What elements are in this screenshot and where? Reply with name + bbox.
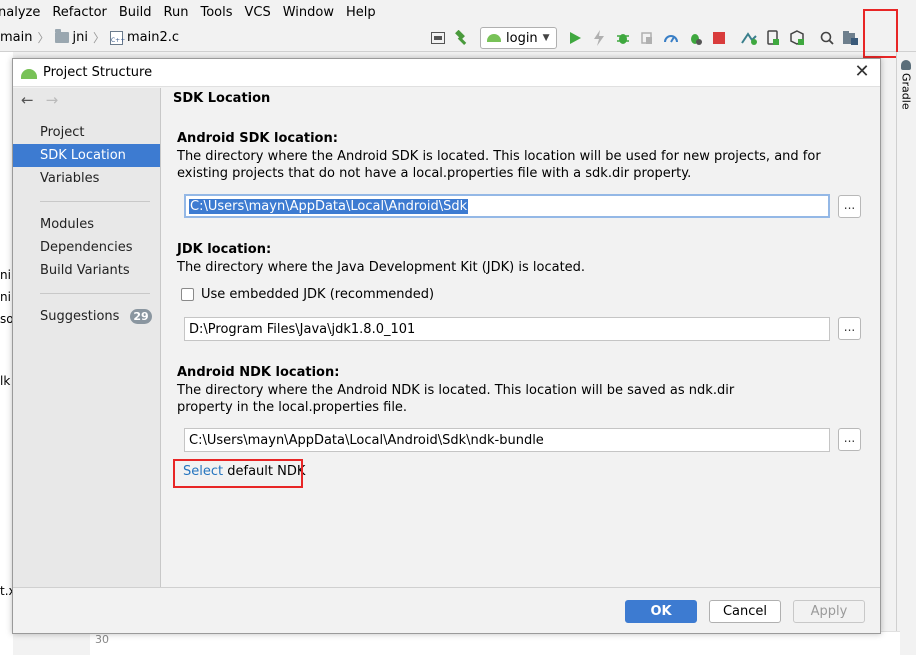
- breadcrumb-separator-icon: 〉: [37, 31, 50, 45]
- android-ndk-description: The directory where the Android NDK is l…: [177, 383, 735, 415]
- sidebar-item-build-variants[interactable]: Build Variants: [13, 259, 160, 282]
- sidebar-item-label: Suggestions: [40, 309, 120, 324]
- sidebar-item-sdk-location[interactable]: SDK Location: [13, 144, 160, 167]
- debug-icon[interactable]: [611, 26, 635, 50]
- sdk-location-panel: SDK Location Android SDK location: The d…: [162, 88, 880, 587]
- android-ndk-path-value: C:\Users\mayn\AppData\Local\Android\Sdk\…: [189, 432, 544, 448]
- jdk-description: The directory where the Java Development…: [177, 260, 586, 275]
- jdk-path-value: D:\Program Files\Java\jdk1.8.0_101: [189, 321, 416, 337]
- sidebar-divider: [40, 201, 150, 202]
- panel-scroll-track: [868, 88, 880, 587]
- back-arrow-icon[interactable]: ←: [21, 91, 34, 109]
- apply-button[interactable]: Apply: [793, 600, 865, 623]
- stop-icon[interactable]: [707, 26, 731, 50]
- hammer-icon[interactable]: [450, 26, 474, 50]
- dialog-title-bar: Project Structure: [13, 59, 880, 87]
- run-configuration-dropdown[interactable]: login ▼: [480, 27, 557, 49]
- breadcrumb-jni[interactable]: jni: [73, 30, 88, 45]
- breadcrumb-separator-icon: 〉: [92, 31, 105, 45]
- sidebar-item-label: Build Variants: [40, 263, 130, 278]
- search-icon[interactable]: [815, 26, 839, 50]
- android-sdk-path-value: C:\Users\mayn\AppData\Local\Android\Sdk: [189, 198, 469, 214]
- breadcrumb-main[interactable]: main: [0, 30, 32, 45]
- breadcrumb-main2-c[interactable]: main2.c: [127, 30, 179, 45]
- android-ndk-browse-button[interactable]: ...: [838, 428, 861, 451]
- android-icon: [487, 34, 501, 42]
- avd-manager-icon[interactable]: [761, 26, 785, 50]
- gradle-tab-label: Gradle: [899, 73, 913, 110]
- c-file-icon: C++: [109, 30, 125, 45]
- profile-icon[interactable]: [659, 26, 683, 50]
- menu-tools[interactable]: Tools: [194, 5, 238, 20]
- dialog-title: Project Structure: [43, 65, 153, 80]
- main-toolbar: login ▼: [426, 25, 863, 51]
- checkbox-box[interactable]: [181, 288, 194, 301]
- jdk-browse-button[interactable]: ...: [838, 317, 861, 340]
- project-structure-highlight: [863, 9, 898, 58]
- android-sdk-description: The directory where the Android SDK is l…: [177, 149, 821, 181]
- project-structure-icon[interactable]: [839, 26, 863, 50]
- menu-vcs[interactable]: VCS: [239, 5, 277, 20]
- android-sdk-path-field[interactable]: C:\Users\mayn\AppData\Local\Android\Sdk: [184, 194, 830, 218]
- sidebar-item-label: Project: [40, 125, 85, 140]
- checkbox-label: Use embedded JDK (recommended): [201, 287, 435, 302]
- ok-button[interactable]: OK: [625, 600, 697, 623]
- jdk-heading: JDK location:: [177, 242, 272, 257]
- tree-fragment: lk: [0, 374, 11, 388]
- menu-refactor[interactable]: Refactor: [46, 5, 113, 20]
- run-configuration-label: login: [506, 30, 538, 46]
- sidebar-item-modules[interactable]: Modules: [13, 213, 160, 236]
- menu-help[interactable]: Help: [340, 5, 382, 20]
- history-navigation: ← →: [21, 91, 58, 109]
- panel-title: SDK Location: [173, 91, 271, 106]
- run-icon[interactable]: [563, 26, 587, 50]
- cancel-button[interactable]: Cancel: [709, 600, 781, 623]
- dialog-sidebar: ← → Project SDK Location Variables Modul…: [13, 88, 161, 587]
- menu-window[interactable]: Window: [277, 5, 340, 20]
- android-sdk-browse-button[interactable]: ...: [838, 195, 861, 218]
- coverage-icon[interactable]: [683, 26, 707, 50]
- dialog-footer: OK Cancel Apply: [13, 587, 880, 633]
- editor-area: [90, 631, 900, 655]
- android-ndk-path-field[interactable]: C:\Users\mayn\AppData\Local\Android\Sdk\…: [184, 428, 830, 452]
- sidebar-item-suggestions[interactable]: Suggestions 29: [13, 305, 160, 328]
- sidebar-item-variables[interactable]: Variables: [13, 167, 160, 190]
- line-number: 30: [95, 633, 109, 646]
- layout-icon[interactable]: [426, 26, 450, 50]
- android-sdk-heading: Android SDK location:: [177, 131, 338, 146]
- menu-analyze[interactable]: nalyze: [0, 5, 46, 20]
- sdk-manager-icon[interactable]: [785, 26, 809, 50]
- use-embedded-jdk-checkbox[interactable]: Use embedded JDK (recommended): [181, 287, 434, 302]
- project-structure-dialog: Project Structure ✕ ← → Project SDK Loca…: [12, 58, 881, 634]
- folder-icon: [54, 29, 69, 43]
- menu-build[interactable]: Build: [113, 5, 158, 20]
- menu-run[interactable]: Run: [158, 5, 195, 20]
- gradle-icon: [901, 60, 911, 70]
- menu-bar: nalyze Refactor Build Run Tools VCS Wind…: [0, 0, 916, 24]
- gradle-tool-tab[interactable]: Gradle: [898, 60, 914, 120]
- sidebar-item-project[interactable]: Project: [13, 121, 160, 144]
- forward-arrow-icon[interactable]: →: [46, 91, 59, 109]
- jdk-path-field[interactable]: D:\Program Files\Java\jdk1.8.0_101: [184, 317, 830, 341]
- right-tool-strip: [896, 52, 916, 655]
- sidebar-item-label: Modules: [40, 217, 95, 232]
- android-icon: [21, 68, 37, 79]
- breadcrumb: main 〉 jni 〉 C++ main2.c: [0, 29, 179, 46]
- sidebar-item-label: Variables: [40, 171, 100, 186]
- sync-icon[interactable]: [737, 26, 761, 50]
- apply-changes-icon[interactable]: [587, 26, 611, 50]
- chevron-down-icon: ▼: [542, 33, 550, 43]
- sidebar-item-dependencies[interactable]: Dependencies: [13, 236, 160, 259]
- sidebar-item-label: Dependencies: [40, 240, 133, 255]
- suggestions-count-badge: 29: [130, 309, 152, 324]
- close-icon[interactable]: ✕: [852, 62, 872, 82]
- attach-debugger-icon[interactable]: [635, 26, 659, 50]
- android-ndk-heading: Android NDK location:: [177, 365, 340, 380]
- sidebar-divider: [40, 293, 150, 294]
- tree-fragment: ni: [0, 268, 11, 282]
- select-ndk-highlight: [173, 459, 303, 488]
- sidebar-item-label: SDK Location: [40, 148, 126, 163]
